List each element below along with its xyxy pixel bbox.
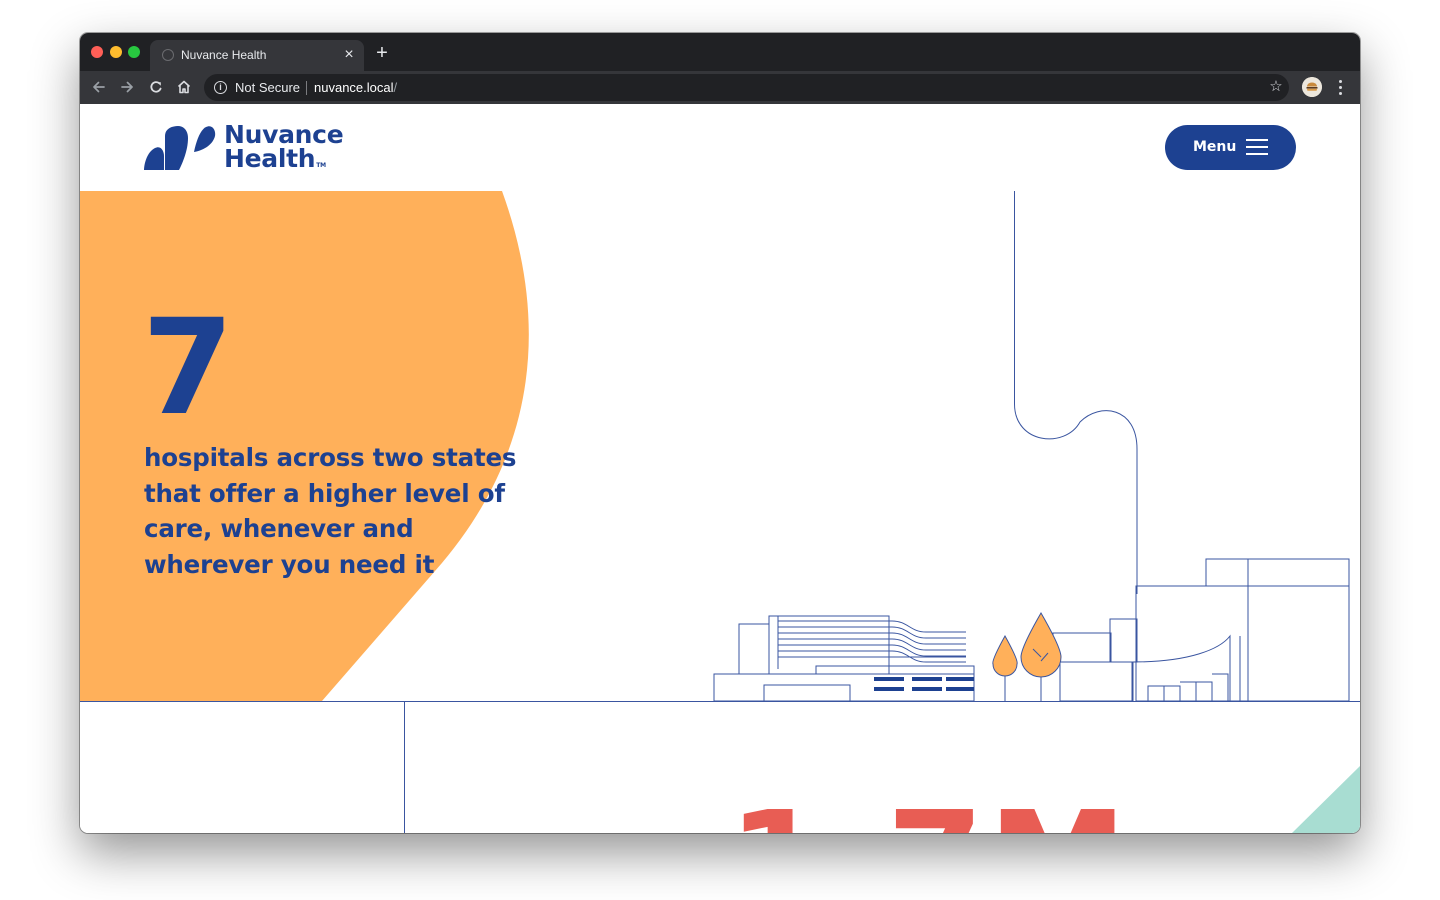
window-close-button[interactable] [91,46,103,58]
url-host: nuvance.local [314,80,394,95]
address-bar[interactable]: i Not Secure nuvance.local/ ☆ [204,74,1289,101]
url-path: / [393,80,398,95]
building-right-base [1059,661,1134,702]
hero-stat-description: hospitals across two states that offer a… [144,443,517,579]
tab-nuvance-health[interactable]: Nuvance Health × [150,40,364,71]
next-section-stat: 1.7M [728,794,1131,834]
hamburger-icon [1246,139,1268,156]
logo-word-health: Health [224,144,316,173]
home-button[interactable] [173,76,195,98]
nuvance-health-logo[interactable]: Nuvance HealthTM [143,122,344,172]
back-button[interactable] [88,76,110,98]
info-icon[interactable]: i [214,81,227,94]
arrow-right-icon [121,81,133,93]
avatar-burger-icon [1302,77,1322,97]
forward-button[interactable] [116,76,138,98]
profile-avatar[interactable] [1302,77,1322,97]
home-icon [177,80,191,94]
security-status: Not Secure [235,80,301,95]
star-icon[interactable]: ☆ [1267,78,1285,96]
menu-label: Menu [1193,139,1237,155]
logo-wordmark-line2: HealthTM [224,146,326,178]
building-windows [874,677,974,691]
tab-title: Nuvance Health [181,48,267,62]
reload-button[interactable] [145,76,167,98]
window-minimize-button[interactable] [110,46,122,58]
url-separator [306,81,307,95]
reload-icon [150,81,162,93]
globe-icon [162,49,174,61]
browser-toolbar: i Not Secure nuvance.local/ ☆ [80,71,1360,104]
tab-strip: Nuvance Health × + [80,33,1360,71]
window-maximize-button[interactable] [128,46,140,58]
hero-stat-number: 7 [142,291,234,445]
winding-path-line [1014,191,1138,594]
tree-small-icon [992,634,1018,677]
url-text: nuvance.local/ [314,80,397,95]
nuvance-logo-mark-icon [144,126,216,170]
more-menu-icon[interactable] [1332,77,1348,97]
tree-large-icon [1020,611,1062,678]
arrow-left-icon [93,81,105,93]
page-content: Nuvance HealthTM Menu 7 hospitals across… [80,104,1360,833]
logo-trademark: TM [316,162,326,169]
new-tab-button[interactable]: + [372,43,392,63]
tab-close-icon[interactable]: × [340,46,358,64]
browser-window: Nuvance Health × + i Not Secure nuvance.… [80,33,1360,833]
mint-corner-shape [1292,766,1360,833]
menu-button[interactable]: Menu [1165,125,1296,170]
